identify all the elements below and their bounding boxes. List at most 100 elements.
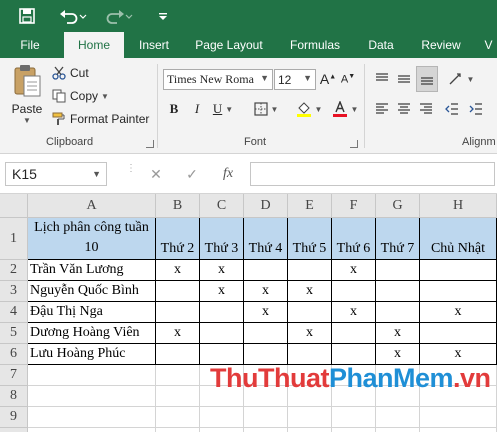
- row-header-2[interactable]: 2: [0, 260, 28, 281]
- undo-button[interactable]: [58, 4, 88, 28]
- cell-b4[interactable]: [156, 302, 200, 323]
- redo-button[interactable]: [104, 4, 134, 28]
- increase-indent-button[interactable]: [466, 98, 486, 120]
- cut-button[interactable]: Cut: [52, 64, 89, 82]
- row-header-8[interactable]: 8: [0, 386, 28, 407]
- cell-f6[interactable]: [332, 344, 376, 365]
- cell-b3[interactable]: [156, 281, 200, 302]
- cell-f2[interactable]: x: [332, 260, 376, 281]
- column-header-c[interactable]: C: [200, 194, 244, 218]
- row-header-5[interactable]: 5: [0, 323, 28, 344]
- borders-button[interactable]: ▼: [250, 98, 282, 120]
- cell-h6[interactable]: x: [420, 344, 497, 365]
- decrease-indent-button[interactable]: [442, 98, 462, 120]
- cell-e6[interactable]: [288, 344, 332, 365]
- top-align-button[interactable]: [372, 68, 392, 90]
- cell-c2[interactable]: x: [200, 260, 244, 281]
- cell-b2[interactable]: x: [156, 260, 200, 281]
- cell-c9[interactable]: [200, 407, 244, 428]
- cell-h1[interactable]: Chủ Nhật: [420, 218, 497, 260]
- cell-h9[interactable]: [420, 407, 497, 428]
- align-center-button[interactable]: [394, 98, 414, 120]
- cell-a2[interactable]: Trần Văn Lương: [28, 260, 156, 281]
- cell-c4[interactable]: [200, 302, 244, 323]
- cell-b8[interactable]: [156, 386, 200, 407]
- row-header-3[interactable]: 3: [0, 281, 28, 302]
- tab-view[interactable]: V: [480, 32, 497, 58]
- row-header-7[interactable]: 7: [0, 365, 28, 386]
- cell-d4[interactable]: x: [244, 302, 288, 323]
- cell-h2[interactable]: [420, 260, 497, 281]
- underline-button[interactable]: U ▼: [211, 98, 235, 120]
- cell-g5[interactable]: x: [376, 323, 420, 344]
- middle-align-button[interactable]: [394, 68, 414, 90]
- bold-button[interactable]: B: [165, 98, 183, 120]
- cell-a4[interactable]: Đậu Thị Nga: [28, 302, 156, 323]
- cell-d9[interactable]: [244, 407, 288, 428]
- font-name-combo[interactable]: Times New Roma ▼: [163, 69, 273, 90]
- cell-c10[interactable]: [200, 428, 244, 432]
- cell-f10[interactable]: [332, 428, 376, 432]
- save-button[interactable]: [14, 4, 40, 28]
- cell-c5[interactable]: [200, 323, 244, 344]
- tab-formulas[interactable]: Formulas: [282, 32, 348, 58]
- cell-d3[interactable]: x: [244, 281, 288, 302]
- decrease-font-button[interactable]: A▼: [340, 68, 356, 90]
- column-header-e[interactable]: E: [288, 194, 332, 218]
- font-size-combo[interactable]: 12 ▼: [274, 69, 316, 90]
- formula-bar-splitter-icon[interactable]: ⋮: [126, 164, 136, 174]
- name-box[interactable]: K15 ▼: [5, 162, 107, 186]
- cell-g2[interactable]: [376, 260, 420, 281]
- row-header-4[interactable]: 4: [0, 302, 28, 323]
- cell-b1[interactable]: Thứ 2: [156, 218, 200, 260]
- cell-d1[interactable]: Thứ 4: [244, 218, 288, 260]
- cell-a3[interactable]: Nguyễn Quốc Bình: [28, 281, 156, 302]
- orientation-button[interactable]: ▼: [446, 68, 476, 90]
- cell-c3[interactable]: x: [200, 281, 244, 302]
- cell-g4[interactable]: [376, 302, 420, 323]
- cell-g3[interactable]: [376, 281, 420, 302]
- tab-home[interactable]: Home: [64, 32, 124, 58]
- cell-h3[interactable]: [420, 281, 497, 302]
- formula-input[interactable]: [250, 162, 495, 186]
- customize-qat-button[interactable]: [154, 4, 172, 28]
- cancel-button[interactable]: ✕: [146, 164, 166, 184]
- paste-button[interactable]: Paste ▼: [8, 64, 46, 128]
- row-header-9[interactable]: 9: [0, 407, 28, 428]
- cell-g6[interactable]: x: [376, 344, 420, 365]
- bottom-align-button[interactable]: [416, 66, 438, 92]
- cell-f1[interactable]: Thứ 6: [332, 218, 376, 260]
- italic-button[interactable]: I: [188, 98, 206, 120]
- cell-a6[interactable]: Lưu Hoàng Phúc: [28, 344, 156, 365]
- cell-h5[interactable]: [420, 323, 497, 344]
- format-painter-button[interactable]: Format Painter: [52, 110, 149, 128]
- cell-a1[interactable]: Lịch phân công tuần 10: [28, 218, 156, 260]
- column-header-b[interactable]: B: [156, 194, 200, 218]
- cell-d2[interactable]: [244, 260, 288, 281]
- cell-f3[interactable]: [332, 281, 376, 302]
- increase-font-button[interactable]: A▲: [320, 68, 336, 90]
- column-header-f[interactable]: F: [332, 194, 376, 218]
- row-header-10[interactable]: 10: [0, 428, 28, 432]
- cell-e2[interactable]: [288, 260, 332, 281]
- cell-h4[interactable]: x: [420, 302, 497, 323]
- cell-c1[interactable]: Thứ 3: [200, 218, 244, 260]
- cell-e9[interactable]: [288, 407, 332, 428]
- cell-a8[interactable]: [28, 386, 156, 407]
- cell-b6[interactable]: [156, 344, 200, 365]
- cell-d6[interactable]: [244, 344, 288, 365]
- cell-b9[interactable]: [156, 407, 200, 428]
- row-header-6[interactable]: 6: [0, 344, 28, 365]
- copy-button[interactable]: Copy ▼: [52, 87, 109, 105]
- fill-color-button[interactable]: ▼: [294, 98, 324, 120]
- align-right-button[interactable]: [416, 98, 436, 120]
- cell-e1[interactable]: Thứ 5: [288, 218, 332, 260]
- column-header-g[interactable]: G: [376, 194, 420, 218]
- cell-a7[interactable]: [28, 365, 156, 386]
- cell-e3[interactable]: x: [288, 281, 332, 302]
- cell-b10[interactable]: [156, 428, 200, 432]
- cell-a5[interactable]: Dương Hoàng Viên: [28, 323, 156, 344]
- select-all-corner[interactable]: [0, 194, 28, 218]
- cell-b5[interactable]: x: [156, 323, 200, 344]
- cell-h10[interactable]: [420, 428, 497, 432]
